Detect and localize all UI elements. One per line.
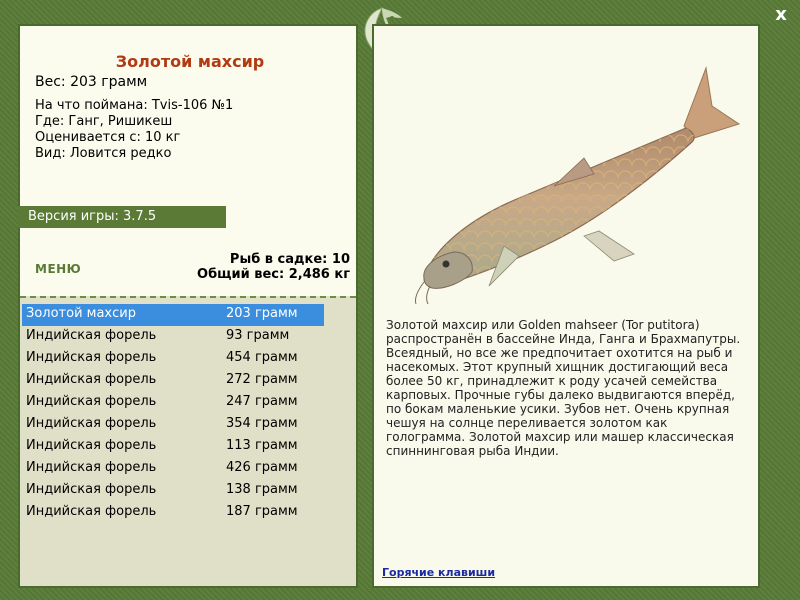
close-icon[interactable]: x <box>772 6 790 24</box>
catch-name: Индийская форель <box>26 504 157 519</box>
catch-name: Индийская форель <box>26 438 157 453</box>
catch-info-panel: Золотой махсир Вес: 203 грамм На что пой… <box>18 24 358 588</box>
list-item[interactable]: Золотой махсир 203 грамм <box>22 304 324 326</box>
fish-title: Золотой махсир <box>115 52 265 71</box>
fish-description: Золотой махсир или Golden mahseer (Tor p… <box>386 318 741 458</box>
catch-weight: 272 грамм <box>226 372 298 387</box>
list-item[interactable]: Индийская форель 426 грамм <box>22 458 324 480</box>
fish-info-list: На что поймана: Tvis-106 №1 Где: Ганг, Р… <box>35 98 233 162</box>
list-item[interactable]: Индийская форель 247 грамм <box>22 392 324 414</box>
sack-count: Рыб в садке: 10 <box>229 252 350 267</box>
info-rarity: Вид: Ловится редко <box>35 146 172 161</box>
catch-weight: 354 грамм <box>226 416 298 431</box>
list-item[interactable]: Индийская форель 454 грамм <box>22 348 324 370</box>
list-item[interactable]: Индийская форель 187 грамм <box>22 502 324 524</box>
list-item[interactable]: Индийская форель 93 грамм <box>22 326 324 348</box>
sack-stats: Рыб в садке: 10 Общий вес: 2,486 кг <box>197 252 350 282</box>
catch-weight: 426 грамм <box>226 460 298 475</box>
catch-name: Индийская форель <box>26 350 157 365</box>
catch-weight: 454 грамм <box>226 350 298 365</box>
list-item[interactable]: Индийская форель 113 грамм <box>22 436 324 458</box>
catch-weight: 93 грамм <box>226 328 290 343</box>
info-valued-from: Оценивается с: 10 кг <box>35 130 181 145</box>
sack-total-weight: Общий вес: 2,486 кг <box>197 267 350 282</box>
version-bar: Версия игры: 3.7.5 <box>18 206 226 228</box>
catch-list: Золотой махсир 203 грамм Индийская форел… <box>22 304 324 524</box>
catch-name: Индийская форель <box>26 416 157 431</box>
catch-name: Индийская форель <box>26 328 157 343</box>
list-item[interactable]: Индийская форель 354 грамм <box>22 414 324 436</box>
catch-name: Индийская форель <box>26 394 157 409</box>
catch-name: Золотой махсир <box>26 306 136 321</box>
fish-illustration <box>415 66 741 305</box>
fish-description-panel: Золотой махсир или Golden mahseer (Tor p… <box>372 24 760 588</box>
catch-name: Индийская форель <box>26 482 157 497</box>
catch-name: Индийская форель <box>26 372 157 387</box>
fish-weight: Вес: 203 грамм <box>35 74 148 90</box>
list-item[interactable]: Индийская форель 272 грамм <box>22 370 324 392</box>
catch-weight: 138 грамм <box>226 482 298 497</box>
catch-name: Индийская форель <box>26 460 157 475</box>
catch-weight: 203 грамм <box>226 306 298 321</box>
info-bait: На что поймана: Tvis-106 №1 <box>35 98 234 113</box>
catch-weight: 113 грамм <box>226 438 298 453</box>
menu-button[interactable]: МЕНЮ <box>35 262 81 276</box>
catch-weight: 247 грамм <box>226 394 298 409</box>
catch-weight: 187 грамм <box>226 504 298 519</box>
list-item[interactable]: Индийская форель 138 грамм <box>22 480 324 502</box>
hotkeys-link[interactable]: Горячие клавиши <box>382 566 495 579</box>
info-location: Где: Ганг, Ришикеш <box>35 114 173 129</box>
